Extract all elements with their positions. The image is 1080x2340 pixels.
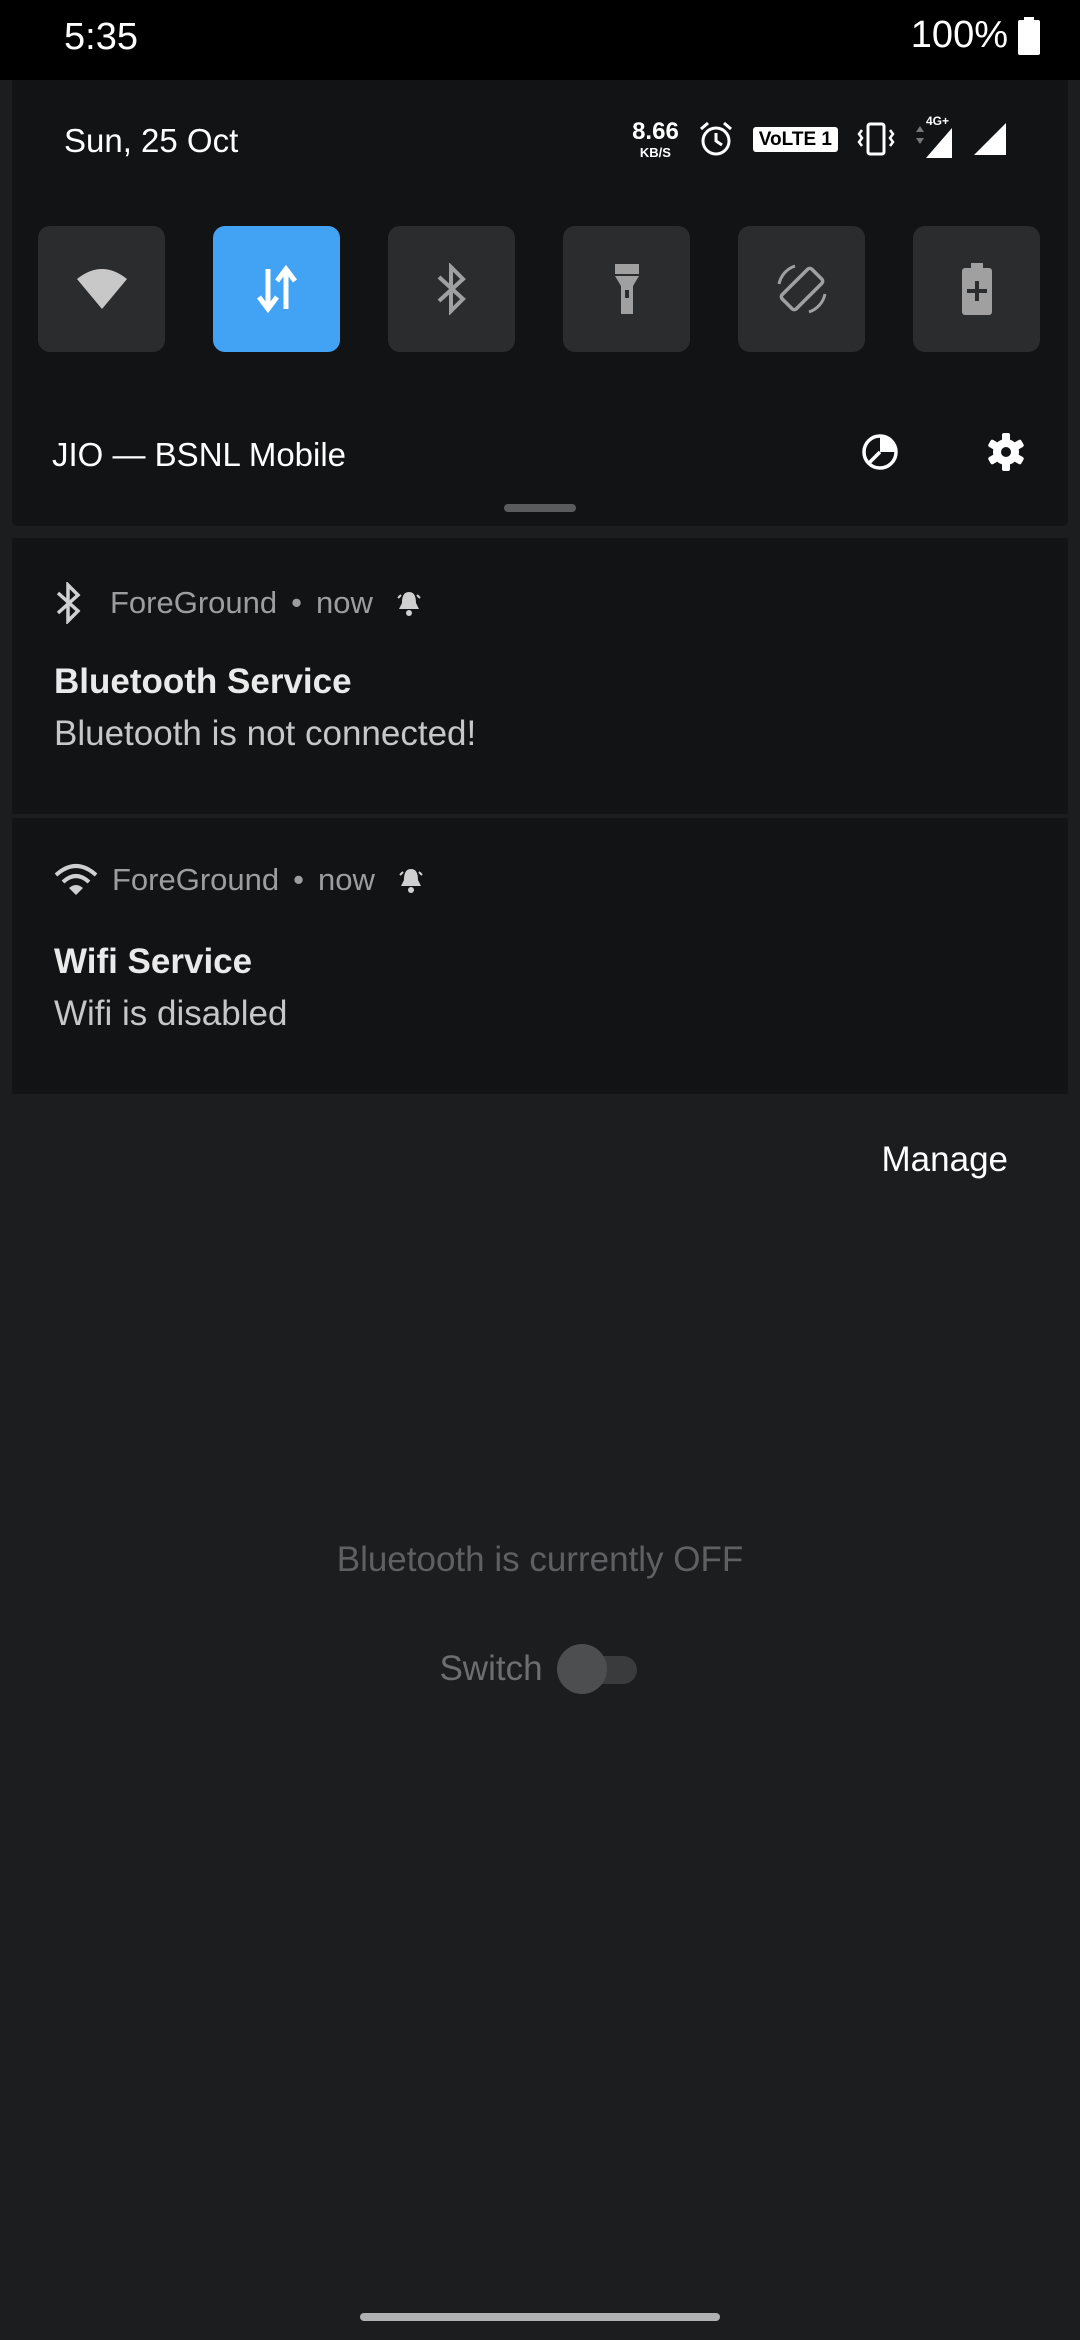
notification-title: Wifi Service <box>54 942 253 981</box>
quick-settings-tiles <box>38 226 1052 354</box>
flashlight-icon <box>614 264 639 314</box>
alert-bell-icon <box>397 592 421 616</box>
quick-settings-panel: Sun, 25 Oct 8.66 KB/S VoLTE 1 4G+ JIO — … <box>12 80 1068 526</box>
battery-icon <box>1018 16 1040 55</box>
switch-label: Switch <box>439 1649 543 1688</box>
notification-body: Wifi is disabled <box>54 994 288 1033</box>
toggle-thumb <box>556 1644 607 1694</box>
qs-date[interactable]: Sun, 25 Oct <box>64 122 238 160</box>
manage-button[interactable]: Manage <box>882 1140 1008 1180</box>
network-speed-value: 8.66 <box>632 117 679 145</box>
sim1-signal: 4G+ <box>914 114 954 160</box>
status-bar: 5:35 100% <box>0 0 1080 80</box>
notification-bluetooth[interactable]: ForeGround • now Bluetooth Service Bluet… <box>12 538 1068 814</box>
alarm-icon <box>699 121 732 156</box>
alert-bell-icon <box>399 869 423 893</box>
notification-time: now <box>318 862 375 897</box>
data-usage-icon <box>862 434 898 470</box>
bluetooth-toggle[interactable] <box>556 1644 641 1694</box>
network-speed-unit: KB/S <box>639 144 671 160</box>
notification-separator: • <box>293 862 304 897</box>
tile-battery-saver[interactable] <box>913 226 1040 352</box>
volte-badge: VoLTE 1 <box>752 126 838 152</box>
status-right: 100% <box>911 14 1040 57</box>
tile-wifi[interactable] <box>38 226 165 352</box>
wifi-icon <box>54 864 98 895</box>
gear-icon <box>988 433 1024 471</box>
settings-button[interactable] <box>984 430 1028 474</box>
switch-row: Switch <box>0 1644 1080 1694</box>
battery-percent: 100% <box>910 14 1008 56</box>
signal-icon <box>974 123 1006 155</box>
status-time: 5:35 <box>64 16 138 58</box>
notification-separator: • <box>291 585 302 620</box>
auto-rotate-icon <box>777 264 826 314</box>
battery-saver-icon <box>961 263 992 315</box>
tile-mobile-data[interactable] <box>213 226 340 352</box>
notification-header: ForeGround • now <box>54 582 423 624</box>
mobile-data-icon <box>256 264 297 314</box>
notification-body: Bluetooth is not connected! <box>54 714 477 753</box>
notification-time: now <box>316 585 373 620</box>
notification-title: Bluetooth Service <box>54 662 352 701</box>
tile-bluetooth[interactable] <box>388 226 515 352</box>
vibrate-icon <box>857 122 895 156</box>
notification-header: ForeGround • now <box>54 862 425 898</box>
notification-app-name: ForeGround <box>112 862 280 897</box>
tile-flashlight[interactable] <box>563 226 690 352</box>
tile-auto-rotate[interactable] <box>738 226 865 352</box>
network-speed: 8.66 KB/S <box>632 117 679 160</box>
bluetooth-status-text: Bluetooth is currently OFF <box>336 1540 744 1579</box>
notification-app-name: ForeGround <box>110 585 278 620</box>
wifi-icon <box>76 269 127 309</box>
data-usage-button[interactable] <box>858 430 902 474</box>
gesture-nav-bar[interactable] <box>360 2313 720 2321</box>
drag-handle[interactable] <box>504 504 576 512</box>
bluetooth-icon <box>437 263 466 315</box>
bluetooth-icon <box>56 582 81 624</box>
operator-name: JIO — BSNL Mobile <box>52 436 347 473</box>
qs-status-icons: 8.66 KB/S VoLTE 1 4G+ <box>632 114 1008 160</box>
signal-icon <box>916 126 952 158</box>
notification-wifi[interactable]: ForeGround • now Wifi Service Wifi is di… <box>12 818 1068 1094</box>
